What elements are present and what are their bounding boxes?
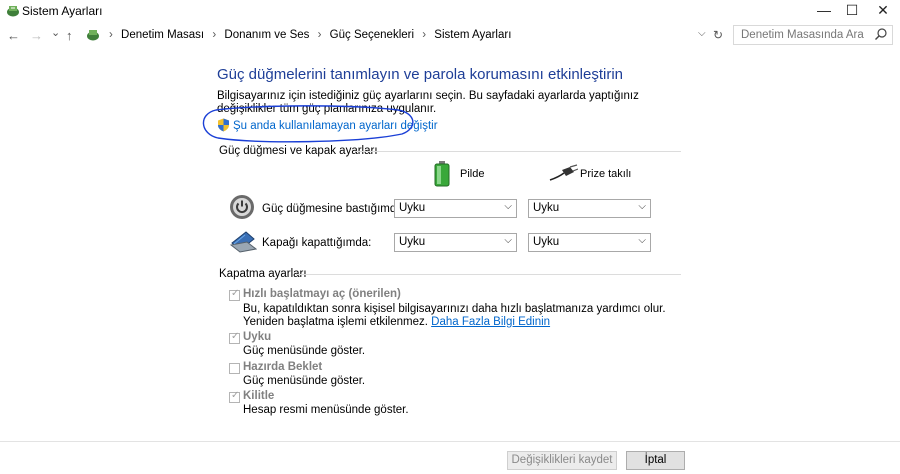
page-title: Güç düğmelerini tanımlayın ve parola kor… bbox=[217, 66, 624, 83]
up-button[interactable]: ↑ bbox=[66, 28, 73, 43]
power-button-icon bbox=[230, 195, 254, 219]
lid-close-plugged-select[interactable]: Uyku ⌵ bbox=[528, 233, 651, 252]
search-icon[interactable] bbox=[874, 27, 888, 41]
learn-more-link[interactable]: Daha Fazla Bilgi Edinin bbox=[431, 316, 550, 328]
group-divider bbox=[296, 274, 681, 275]
power-options-icon bbox=[7, 6, 19, 17]
fast-startup-description: Bu, kapatıldıktan sonra kişisel bilgisay… bbox=[243, 303, 683, 329]
search-box[interactable]: Denetim Masasında Ara bbox=[733, 25, 893, 45]
refresh-icon[interactable]: ↻ bbox=[713, 28, 723, 42]
forward-button[interactable]: → bbox=[30, 28, 43, 43]
lid-close-battery-select[interactable]: Uyku ⌵ bbox=[394, 233, 517, 252]
checkmark-icon: ✓ bbox=[231, 331, 240, 342]
breadcrumb-separator: › bbox=[212, 29, 217, 41]
battery-icon bbox=[434, 161, 450, 187]
sleep-description: Güç menüsünde göster. bbox=[243, 345, 366, 357]
select-value: Uyku bbox=[533, 202, 560, 214]
power-group-title: Güç düğmesi ve kapak ayarları bbox=[219, 145, 378, 157]
power-button-battery-select[interactable]: Uyku ⌵ bbox=[394, 199, 517, 218]
checkmark-icon: ✓ bbox=[231, 390, 240, 401]
back-button[interactable]: ← bbox=[7, 28, 20, 43]
lock-description: Hesap resmi menüsünde göster. bbox=[243, 404, 409, 416]
sleep-checkbox[interactable]: ✓ bbox=[229, 331, 240, 344]
breadcrumb-item-control-panel[interactable]: Denetim Masası bbox=[121, 29, 204, 41]
search-input[interactable]: Denetim Masasında Ara bbox=[741, 29, 864, 41]
column-header-plugged: Prize takılı bbox=[580, 168, 632, 180]
lock-label: Kilitle bbox=[243, 390, 275, 402]
maximize-button[interactable]: ☐ bbox=[835, 0, 869, 22]
control-panel-icon bbox=[87, 30, 99, 41]
lock-checkbox[interactable]: ✓ bbox=[229, 390, 240, 403]
breadcrumb-separator: › bbox=[317, 29, 322, 41]
power-button-label: Güç düğmesine bastığımda: bbox=[262, 203, 406, 215]
fast-startup-label: Hızlı başlatmayı aç (önerilen) bbox=[243, 288, 401, 300]
close-button[interactable]: ✕ bbox=[866, 0, 900, 22]
footer-divider bbox=[0, 441, 900, 442]
window-title: Sistem Ayarları bbox=[22, 4, 103, 18]
breadcrumb-separator: › bbox=[422, 29, 427, 41]
chevron-down-icon: ⌵ bbox=[638, 201, 646, 212]
annotation-ellipse bbox=[202, 105, 414, 143]
hibernate-label: Hazırda Beklet bbox=[243, 361, 323, 373]
fast-startup-checkbox[interactable]: ✓ bbox=[229, 288, 240, 301]
chevron-down-icon: ⌵ bbox=[638, 235, 646, 246]
select-value: Uyku bbox=[533, 236, 560, 248]
chevron-down-icon: ⌵ bbox=[504, 235, 512, 246]
chevron-down-icon: ⌵ bbox=[504, 201, 512, 212]
lid-close-label: Kapağı kapattığımda: bbox=[262, 237, 372, 249]
breadcrumb-item-system-settings[interactable]: Sistem Ayarları bbox=[434, 29, 511, 41]
chevron-down-icon[interactable]: ⌵ bbox=[698, 28, 706, 39]
cancel-button[interactable]: İptal bbox=[626, 451, 685, 470]
select-value: Uyku bbox=[399, 236, 426, 248]
recent-locations-button[interactable]: ⌄ bbox=[51, 26, 60, 39]
hibernate-description: Güç menüsünde göster. bbox=[243, 375, 366, 387]
title-bar bbox=[0, 0, 900, 22]
power-button-plugged-select[interactable]: Uyku ⌵ bbox=[528, 199, 651, 218]
group-divider bbox=[356, 151, 681, 152]
hibernate-checkbox[interactable] bbox=[229, 363, 240, 374]
sleep-label: Uyku bbox=[243, 331, 272, 343]
save-changes-button[interactable]: Değişiklikleri kaydet bbox=[507, 451, 617, 470]
column-header-battery: Pilde bbox=[460, 168, 485, 180]
breadcrumb-separator: › bbox=[109, 29, 113, 41]
breadcrumb: › Denetim Masası › Donanım ve Ses › Güç … bbox=[104, 29, 511, 41]
breadcrumb-item-hardware-sound[interactable]: Donanım ve Ses bbox=[224, 29, 309, 41]
laptop-lid-icon bbox=[229, 231, 257, 253]
breadcrumb-item-power-options[interactable]: Güç Seçenekleri bbox=[330, 29, 414, 41]
checkmark-icon: ✓ bbox=[231, 288, 240, 299]
power-plug-icon bbox=[549, 164, 578, 181]
shutdown-group-title: Kapatma ayarları bbox=[219, 268, 307, 280]
select-value: Uyku bbox=[399, 202, 426, 214]
